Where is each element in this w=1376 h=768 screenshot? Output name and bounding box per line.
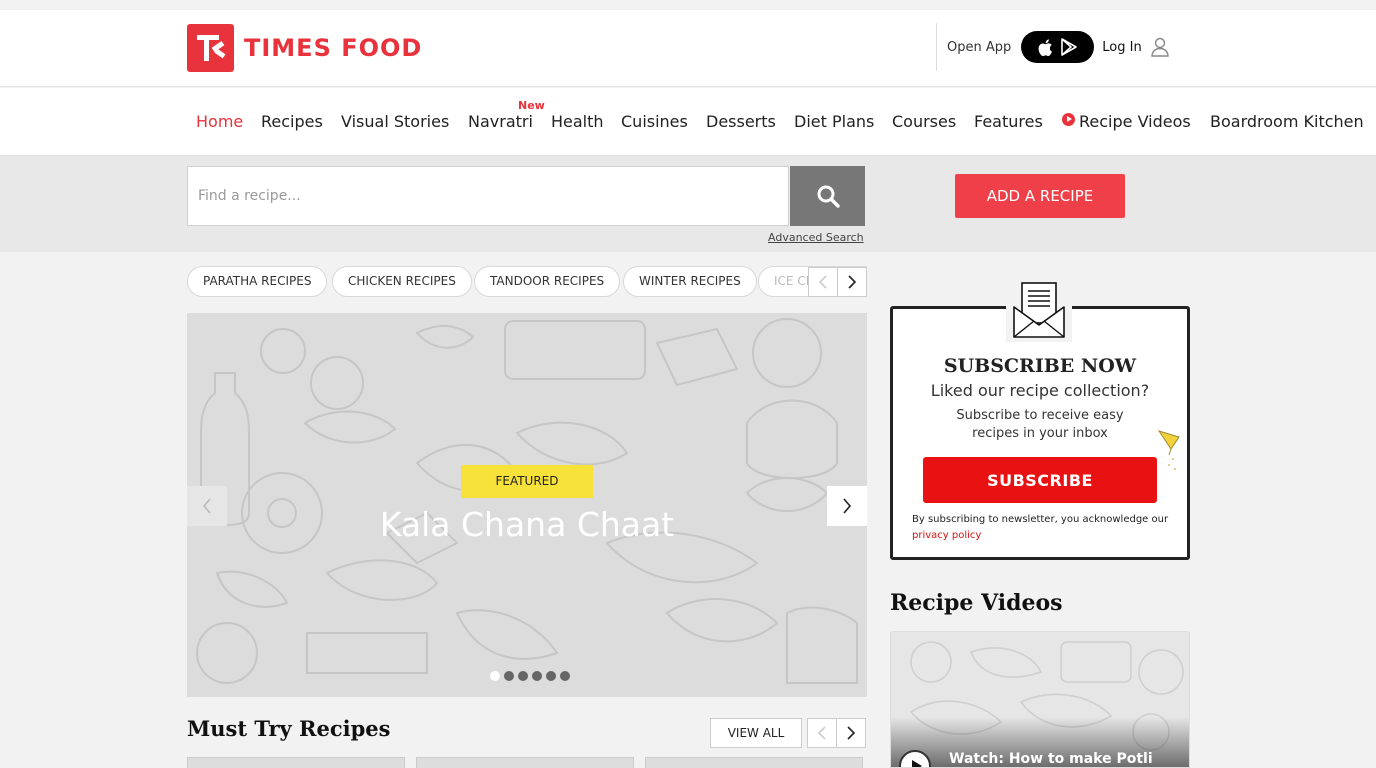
featured-tag: FEATURED <box>461 465 593 498</box>
carousel-dot[interactable] <box>532 671 542 681</box>
chevron-right-icon <box>848 275 857 289</box>
video-caption[interactable]: Watch: How to make Potli <box>949 751 1153 767</box>
chevron-right-icon <box>843 498 852 514</box>
paper-plane-icon <box>1157 430 1180 470</box>
privacy-policy-link[interactable]: privacy policy <box>912 530 981 541</box>
main-nav: Home Recipes Visual Stories New Navratri… <box>0 88 1376 156</box>
times-food-logo-icon <box>187 24 234 72</box>
must-try-prev-button[interactable] <box>807 718 837 748</box>
chip-winter[interactable]: WINTER RECIPES <box>623 266 757 297</box>
search-icon <box>817 185 840 208</box>
recipe-card[interactable] <box>645 757 863 768</box>
nav-health[interactable]: Health <box>551 112 604 131</box>
subscribe-button[interactable]: SUBSCRIBE <box>923 457 1157 503</box>
advanced-search-link[interactable]: Advanced Search <box>768 231 864 244</box>
chips-next-button[interactable] <box>837 267 867 297</box>
nav-courses[interactable]: Courses <box>892 112 956 131</box>
brand-name: TIMES FOOD <box>244 34 423 62</box>
nav-recipes[interactable]: Recipes <box>261 112 323 131</box>
nav-recipe-videos[interactable]: Recipe Videos <box>1062 112 1191 131</box>
search-button[interactable] <box>790 166 865 226</box>
hero-title[interactable]: Kala Chana Chaat <box>187 505 867 544</box>
subscribe-description: Subscribe to receive easy recipes in you… <box>956 408 1124 441</box>
subscribe-note: By subscribing to newsletter, you acknow… <box>912 512 1172 544</box>
header-actions: Open App Log In <box>936 23 1170 71</box>
search-input[interactable]: Find a recipe... <box>187 166 789 226</box>
newsletter-box: SUBSCRIBE NOW Liked our recipe collectio… <box>890 306 1190 560</box>
nav-features[interactable]: Features <box>974 112 1043 131</box>
chip-chicken[interactable]: CHICKEN RECIPES <box>332 266 472 297</box>
chip-tandoor[interactable]: TANDOOR RECIPES <box>474 266 621 297</box>
login-link[interactable]: Log In <box>1102 40 1141 55</box>
chevron-left-icon <box>818 275 827 289</box>
must-try-next-button[interactable] <box>836 718 866 748</box>
chevron-left-icon <box>202 498 211 514</box>
recipe-videos-heading: Recipe Videos <box>890 590 1063 616</box>
nav-home[interactable]: Home <box>196 112 243 131</box>
nav-navratri[interactable]: Navratri <box>468 112 533 131</box>
nav-boardroom-kitchen[interactable]: Boardroom Kitchen <box>1210 112 1364 131</box>
nav-visual-stories[interactable]: Visual Stories <box>341 112 449 131</box>
nav-diet-plans[interactable]: Diet Plans <box>794 112 874 131</box>
featured-carousel[interactable]: FEATURED Kala Chana Chaat <box>187 313 867 697</box>
hero-next-button[interactable] <box>827 486 867 526</box>
must-try-heading: Must Try Recipes <box>187 716 391 741</box>
chip-paratha[interactable]: PARATHA RECIPES <box>187 266 328 297</box>
chevron-left-icon <box>817 726 826 740</box>
search-band: Find a recipe... Advanced Search ADD A R… <box>0 156 1376 252</box>
nav-desserts[interactable]: Desserts <box>706 112 776 131</box>
nav-cuisines[interactable]: Cuisines <box>621 112 688 131</box>
subscribe-subheading: Liked our recipe collection? <box>930 381 1150 400</box>
top-strip <box>0 0 1376 10</box>
new-badge: New <box>518 99 545 112</box>
view-all-button[interactable]: VIEW ALL <box>710 718 802 748</box>
recipe-card[interactable] <box>416 757 634 768</box>
carousel-dot[interactable] <box>546 671 556 681</box>
nav-recipe-videos-label: Recipe Videos <box>1079 112 1191 131</box>
carousel-dot[interactable] <box>560 671 570 681</box>
carousel-dot[interactable] <box>504 671 514 681</box>
add-recipe-button[interactable]: ADD A RECIPE <box>955 174 1125 218</box>
subscribe-heading: SUBSCRIBE NOW <box>943 355 1137 377</box>
carousel-dots <box>490 671 570 681</box>
subscribe-note-text: By subscribing to newsletter, you acknow… <box>912 514 1169 525</box>
chips-prev-button[interactable] <box>808 267 838 297</box>
hero-prev-button[interactable] <box>187 486 227 526</box>
recipe-category-chips: PARATHA RECIPES CHICKEN RECIPES TANDOOR … <box>187 266 867 298</box>
recipe-video-card[interactable]: Watch: How to make Potli <box>890 631 1190 768</box>
user-icon[interactable] <box>1150 37 1170 57</box>
carousel-dot[interactable] <box>490 671 500 681</box>
chevron-right-icon <box>847 726 856 740</box>
app-store-badge[interactable] <box>1021 31 1095 63</box>
play-icon <box>1062 113 1075 126</box>
recipe-card[interactable] <box>187 757 405 768</box>
apple-icon <box>1038 38 1053 56</box>
site-header: TIMES FOOD Open App Log In <box>0 10 1376 87</box>
envelope-icon <box>1006 278 1072 342</box>
carousel-dot[interactable] <box>518 671 528 681</box>
open-app-label[interactable]: Open App <box>947 40 1011 55</box>
site-logo[interactable]: TIMES FOOD <box>187 24 422 72</box>
google-play-icon <box>1061 38 1078 56</box>
